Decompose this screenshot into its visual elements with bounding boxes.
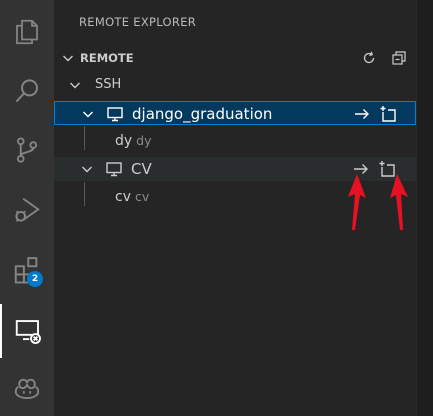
folder-item-dy[interactable]: dy dy — [54, 129, 416, 153]
search-icon[interactable] — [0, 64, 54, 118]
monitor-icon — [106, 162, 122, 177]
remote-explorer-icon[interactable] — [0, 304, 54, 358]
host-label: CV — [131, 160, 152, 178]
extensions-icon[interactable] — [0, 243, 54, 297]
remote-section-header[interactable]: REMOTE — [54, 46, 416, 70]
host-label: django_graduation — [132, 105, 273, 123]
connect-current-window-icon[interactable] — [352, 104, 372, 124]
explorer-icon[interactable] — [0, 5, 54, 59]
chevron-down-icon — [82, 166, 92, 173]
red-annotation-arrow — [390, 174, 408, 230]
activity-bar: 2 — [0, 0, 54, 416]
github-copilot-icon[interactable] — [0, 361, 54, 415]
chevron-down-icon — [70, 82, 80, 89]
monitor-icon — [107, 107, 123, 122]
refresh-icon[interactable] — [359, 48, 379, 68]
editor-edge — [416, 0, 433, 416]
chevron-down-icon — [63, 55, 73, 62]
folder-label: cv cv — [115, 189, 150, 205]
red-annotation-arrow — [348, 174, 366, 230]
folder-label: dy dy — [115, 133, 152, 149]
connect-new-window-icon[interactable] — [378, 104, 398, 124]
remote-explorer-sidebar: REMOTE EXPLORER REMOTE SSH django_gradua… — [54, 0, 416, 416]
source-control-icon[interactable] — [0, 123, 54, 177]
ssh-group-label: SSH — [95, 77, 122, 92]
chevron-down-icon — [83, 111, 93, 118]
extensions-badge: 2 — [27, 271, 43, 287]
section-title: REMOTE — [80, 51, 134, 65]
sidebar-title: REMOTE EXPLORER — [79, 15, 197, 29]
run-debug-icon[interactable] — [0, 183, 54, 237]
host-django-graduation[interactable]: django_graduation — [54, 101, 416, 125]
ssh-group[interactable]: SSH — [54, 73, 416, 97]
collapse-all-icon[interactable] — [389, 48, 409, 68]
